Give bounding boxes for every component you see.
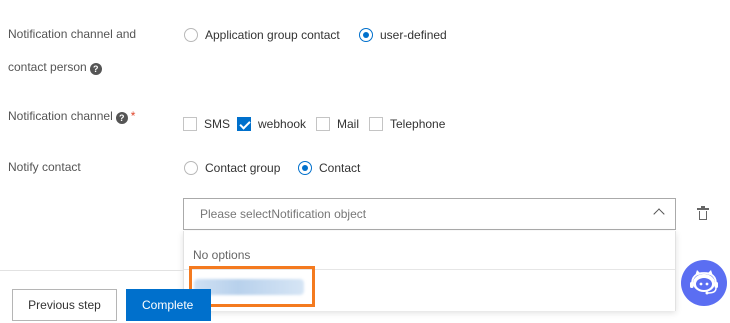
radio-contact[interactable]: Contact (298, 161, 360, 175)
checkbox-mail[interactable]: Mail (316, 117, 359, 131)
trash-lid (697, 208, 709, 210)
radio-label: Application group contact (205, 28, 340, 42)
radio-label: Contact (319, 161, 361, 175)
checkbox-label: webhook (258, 117, 307, 131)
help-icon[interactable]: ? (115, 112, 128, 124)
help-icon[interactable]: ? (89, 63, 102, 75)
bot-face-graphic (690, 270, 718, 295)
notify-contact-label: Notify contact (8, 160, 81, 174)
no-options-text: No options (193, 248, 251, 262)
notification-channel-label: Notification channel (8, 109, 113, 123)
checkbox-label: SMS (204, 117, 231, 131)
radio-circle-selected (359, 28, 373, 42)
required-mark: * (130, 109, 136, 123)
select-dropdown: No options (183, 231, 676, 311)
channel-contact-label-line2: contact person (8, 60, 87, 74)
checkbox-box-checked (237, 117, 251, 131)
radio-contact-group[interactable]: Contact group (184, 161, 280, 175)
previous-step-button[interactable]: Previous step (12, 289, 117, 321)
checkbox-label: Mail (337, 117, 360, 131)
radio-label: user-defined (380, 28, 447, 42)
channel-contact-label-line2-wrap: contact person? (8, 60, 102, 75)
checkbox-label: Telephone (390, 117, 446, 131)
checkbox-telephone[interactable]: Telephone (369, 117, 445, 131)
radio-user-defined[interactable]: user-defined (359, 28, 447, 42)
select-placeholder: Please selectNotification object (200, 207, 367, 221)
radio-application-group-contact[interactable]: Application group contact (184, 28, 340, 42)
dropdown-divider (184, 269, 675, 270)
notification-channel-label-wrap: Notification channel? * (8, 109, 135, 124)
checkbox-webhook[interactable]: webhook (237, 117, 306, 131)
trash-icon[interactable] (697, 206, 709, 221)
assistant-bot-icon[interactable] (681, 260, 727, 306)
radio-circle-selected (298, 161, 312, 175)
footer-divider (0, 270, 183, 271)
radio-circle (184, 161, 198, 175)
radio-circle (184, 28, 198, 42)
checkbox-box (183, 117, 197, 131)
chevron-up-icon[interactable] (653, 208, 665, 220)
checkbox-box (369, 117, 383, 131)
notification-object-select[interactable]: Please selectNotification object (183, 198, 676, 230)
checkbox-sms[interactable]: SMS (183, 117, 230, 131)
radio-label: Contact group (205, 161, 281, 175)
complete-button[interactable]: Complete (126, 289, 211, 321)
checkbox-box (316, 117, 330, 131)
trash-can (699, 211, 707, 220)
channel-contact-label-line1: Notification channel and (8, 27, 137, 41)
